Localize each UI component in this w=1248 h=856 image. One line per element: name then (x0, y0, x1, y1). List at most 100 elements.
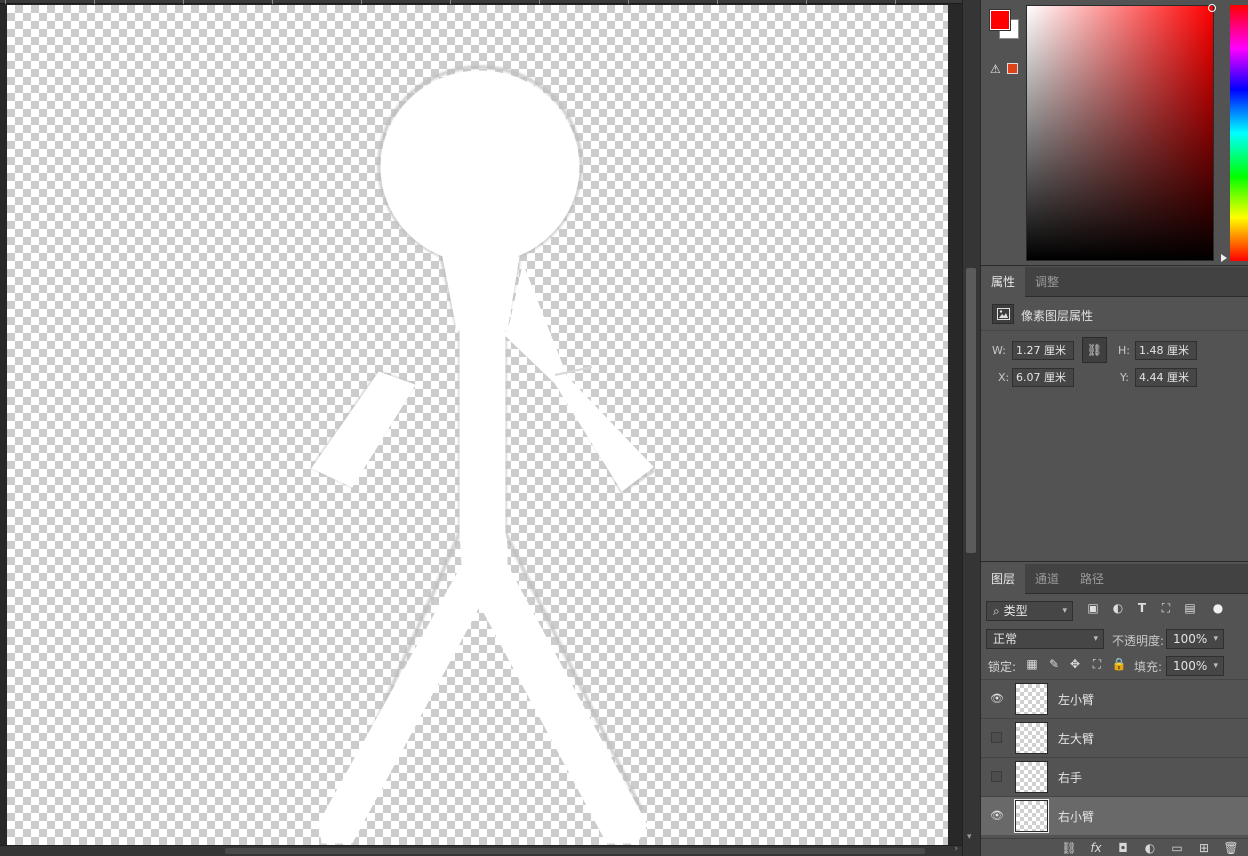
canvas-area: › (0, 0, 962, 856)
layer-filter-dropdown[interactable]: ⌕ 类型 ▾ (986, 601, 1073, 621)
layer-thumbnail (1015, 683, 1048, 715)
warning-icon[interactable]: ⚠ (990, 62, 1004, 76)
width-field[interactable]: 1.27 厘米 (1012, 341, 1074, 360)
height-field[interactable]: 1.48 厘米 (1135, 341, 1197, 360)
fill-value: 100% (1173, 659, 1208, 673)
ruler-tick (272, 0, 273, 4)
width-label: W: (992, 344, 1006, 357)
layer-name: 右小臂 (1058, 810, 1095, 824)
ruler-tick (361, 0, 362, 4)
tab-layers[interactable]: 图层 (981, 564, 1026, 594)
layer-row[interactable]: 👁 左小臂 (981, 679, 1248, 718)
delete-icon[interactable]: 🗑 (1223, 840, 1239, 856)
chevron-down-icon[interactable]: ▾ (1213, 630, 1218, 648)
lock-image-icon[interactable]: ✎ (1046, 656, 1062, 672)
filter-kind-label: 类型 (1003, 604, 1028, 618)
ruler-tick (628, 0, 629, 4)
vertical-scrollbar[interactable]: ▾ (962, 0, 980, 856)
right-panel-dock: ⚠ 属性 调整 像素图层属性 W: 1.27 厘米 ⛓ H: 1.48 厘米 X… (981, 0, 1248, 856)
layer-thumbnail (1015, 761, 1048, 793)
properties-tabbar: 属性 调整 (981, 267, 1248, 297)
x-field[interactable]: 6.07 厘米 (1012, 368, 1074, 387)
blend-mode-value: 正常 (993, 632, 1018, 646)
lock-label: 锁定: (988, 660, 1017, 674)
lock-transparent-icon[interactable]: ▦ (1024, 656, 1040, 672)
opacity-value: 100% (1173, 632, 1208, 646)
tab-properties[interactable]: 属性 (981, 267, 1026, 297)
hue-bar[interactable] (1230, 5, 1248, 261)
ruler-tick (806, 0, 807, 4)
group-folder-icon[interactable]: ▭ (1169, 840, 1185, 856)
ruler-tick (717, 0, 718, 4)
layer-name: 左大臂 (1058, 732, 1095, 746)
new-layer-icon[interactable]: ⊞ (1196, 840, 1212, 856)
ruler-tick (450, 0, 451, 4)
fill-field[interactable]: 100% ▾ (1166, 656, 1224, 676)
opacity-field[interactable]: 100% ▾ (1166, 629, 1224, 649)
layer-name: 左小臂 (1058, 693, 1095, 707)
eye-icon[interactable]: 👁 (990, 692, 1004, 706)
type-filter-icon[interactable]: T (1134, 600, 1150, 616)
properties-panel: 像素图层属性 W: 1.27 厘米 ⛓ H: 1.48 厘米 X: 6.07 厘… (981, 298, 1248, 562)
ruler-tick (5, 0, 6, 4)
adjustment-layer-icon[interactable]: ◐ (1142, 840, 1158, 856)
properties-header: 像素图层属性 (981, 298, 1248, 331)
ruler-tick (895, 0, 896, 4)
layers-panel: ⌕ 类型 ▾ ▣ ◐ T ⛶ ▤ ● 正常 ▾ 不透明度: 100% ▾ 锁定:… (981, 595, 1248, 856)
adjustment-filter-icon[interactable]: ◐ (1110, 600, 1126, 616)
vertical-scroll-thumb[interactable] (966, 268, 976, 553)
color-panel: ⚠ (981, 0, 1248, 266)
ruler-tick (183, 0, 184, 4)
lock-position-icon[interactable]: ✥ (1067, 656, 1083, 672)
hue-slider-handle[interactable] (1221, 254, 1227, 262)
x-label: X: (998, 371, 1010, 384)
layer-row[interactable]: 右手 (981, 757, 1248, 796)
horizontal-scrollbar[interactable]: › (0, 844, 962, 856)
properties-title: 像素图层属性 (1021, 309, 1094, 323)
saturation-brightness-field[interactable] (1026, 5, 1214, 261)
search-icon: ⌕ (993, 604, 1000, 618)
tab-channels[interactable]: 通道 (1025, 564, 1069, 594)
scroll-down-arrow-icon[interactable]: ▾ (967, 832, 972, 842)
tab-adjustments[interactable]: 调整 (1025, 267, 1069, 297)
layers-footer: ⛓ fx ◘ ◐ ▭ ⊞ 🗑 (981, 838, 1248, 856)
stick-figure-artwork (310, 65, 656, 844)
blend-mode-dropdown[interactable]: 正常 ▾ (986, 629, 1104, 649)
link-icon[interactable]: ⛓ (1082, 337, 1107, 363)
horizontal-ruler (0, 0, 962, 4)
fill-label: 填充: (1134, 660, 1163, 674)
scroll-right-arrow-icon[interactable]: › (954, 844, 958, 854)
color-picker-ring[interactable] (1208, 4, 1216, 12)
eye-icon[interactable]: 👁 (990, 809, 1004, 823)
layer-thumbnail (1015, 722, 1048, 754)
pixel-layer-icon (992, 304, 1014, 324)
lock-all-icon[interactable]: 🔒 (1111, 656, 1127, 672)
chevron-down-icon: ▾ (1093, 634, 1098, 644)
horizontal-scroll-thumb[interactable] (225, 848, 925, 854)
ruler-tick (539, 0, 540, 4)
layer-name: 右手 (1058, 771, 1083, 785)
fx-icon[interactable]: fx (1088, 840, 1104, 856)
lock-artboard-icon[interactable]: ⛶ (1089, 656, 1105, 672)
tab-paths[interactable]: 路径 (1070, 564, 1114, 594)
layer-thumbnail (1014, 799, 1049, 833)
mask-icon[interactable]: ◘ (1115, 840, 1131, 856)
image-filter-icon[interactable]: ▣ (1085, 600, 1101, 616)
chevron-down-icon[interactable]: ▾ (1213, 657, 1218, 675)
y-label: Y: (1120, 371, 1129, 384)
layer-row-selected[interactable]: 👁 右小臂 (981, 796, 1248, 835)
filter-toggle-icon[interactable]: ● (1210, 600, 1226, 616)
foreground-color-swatch[interactable] (989, 9, 1011, 31)
layer-row[interactable]: 左大臂 (981, 718, 1248, 757)
shape-filter-icon[interactable]: ⛶ (1158, 600, 1174, 616)
gamut-color-swatch[interactable] (1007, 63, 1018, 74)
link-layers-icon[interactable]: ⛓ (1061, 840, 1077, 856)
layers-tabbar: 图层 通道 路径 (981, 564, 1248, 594)
ruler-tick (94, 0, 95, 4)
opacity-label: 不透明度: (1112, 634, 1165, 648)
visibility-toggle-off[interactable] (991, 732, 1002, 743)
y-field[interactable]: 4.44 厘米 (1135, 368, 1197, 387)
smart-object-filter-icon[interactable]: ▤ (1182, 600, 1198, 616)
document-canvas[interactable] (7, 5, 948, 845)
visibility-toggle-off[interactable] (991, 771, 1002, 782)
